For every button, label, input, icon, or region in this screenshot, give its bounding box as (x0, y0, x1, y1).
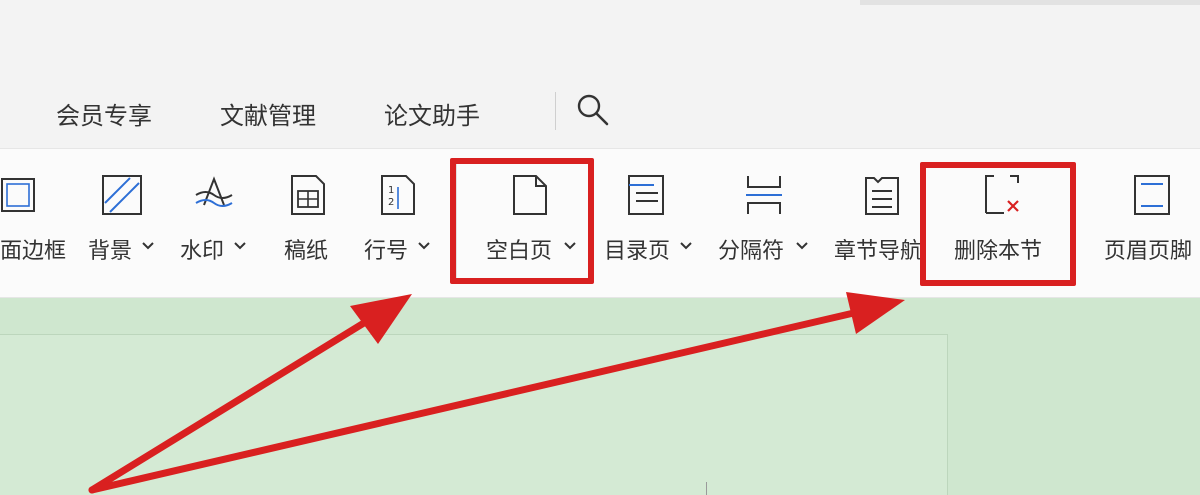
search-button[interactable] (575, 92, 611, 128)
separator-button[interactable]: 分隔符 (716, 149, 816, 299)
header-footer-icon (1134, 175, 1170, 215)
manuscript-paper-icon (291, 175, 325, 215)
separator-label: 分隔符 (718, 239, 785, 264)
svg-text:1: 1 (388, 185, 394, 196)
toc-page-label: 目录页 (604, 239, 671, 264)
title-bar-area (0, 0, 1200, 68)
highlight-box-delete-section (920, 162, 1076, 286)
chevron-down-icon (142, 242, 154, 250)
toc-page-icon (628, 175, 664, 215)
chevron-down-icon (234, 242, 246, 250)
page-border-button[interactable]: 面边框 (0, 149, 70, 299)
manuscript-paper-label: 稿纸 (284, 239, 329, 264)
line-number-button[interactable]: 1 2 行号 (362, 149, 442, 299)
text-cursor (706, 482, 707, 495)
watermark-button[interactable]: 水印 (176, 149, 256, 299)
separator-icon (746, 176, 782, 214)
manuscript-paper-button[interactable]: 稿纸 (276, 149, 340, 299)
document-page[interactable] (0, 334, 948, 495)
document-canvas[interactable] (0, 298, 1200, 495)
line-number-label: 行号 (364, 239, 409, 264)
background-label: 背景 (88, 239, 133, 264)
watermark-icon (195, 176, 233, 207)
background-button[interactable]: 背景 (86, 149, 166, 299)
chapter-nav-label: 章节导航 (834, 239, 923, 264)
chevron-down-icon (418, 242, 430, 250)
tab-reference-management[interactable]: 文献管理 (220, 96, 316, 131)
menu-tab-bar: 会员专享 文献管理 论文助手 (0, 68, 1200, 148)
svg-text:2: 2 (388, 197, 394, 208)
background-icon (102, 175, 142, 215)
search-icon (577, 94, 609, 126)
menu-divider (555, 92, 556, 130)
chevron-down-icon (796, 242, 808, 250)
toc-page-button[interactable]: 目录页 (602, 149, 698, 299)
highlight-box-blank-page (450, 158, 594, 284)
tab-member-exclusive[interactable]: 会员专享 (56, 96, 152, 131)
chapter-nav-icon (865, 177, 899, 215)
header-footer-label: 页眉页脚 (1104, 239, 1193, 264)
page-border-icon (1, 178, 35, 212)
line-number-icon: 1 2 (381, 175, 415, 215)
window-shadow (860, 0, 1200, 5)
chapter-nav-button[interactable]: 章节导航 (834, 149, 930, 299)
chevron-down-icon (680, 242, 692, 250)
tab-thesis-assistant[interactable]: 论文助手 (384, 96, 480, 131)
page-border-label: 面边框 (0, 239, 67, 264)
watermark-label: 水印 (180, 239, 225, 264)
header-footer-button[interactable]: 页眉页脚 (1104, 149, 1200, 299)
